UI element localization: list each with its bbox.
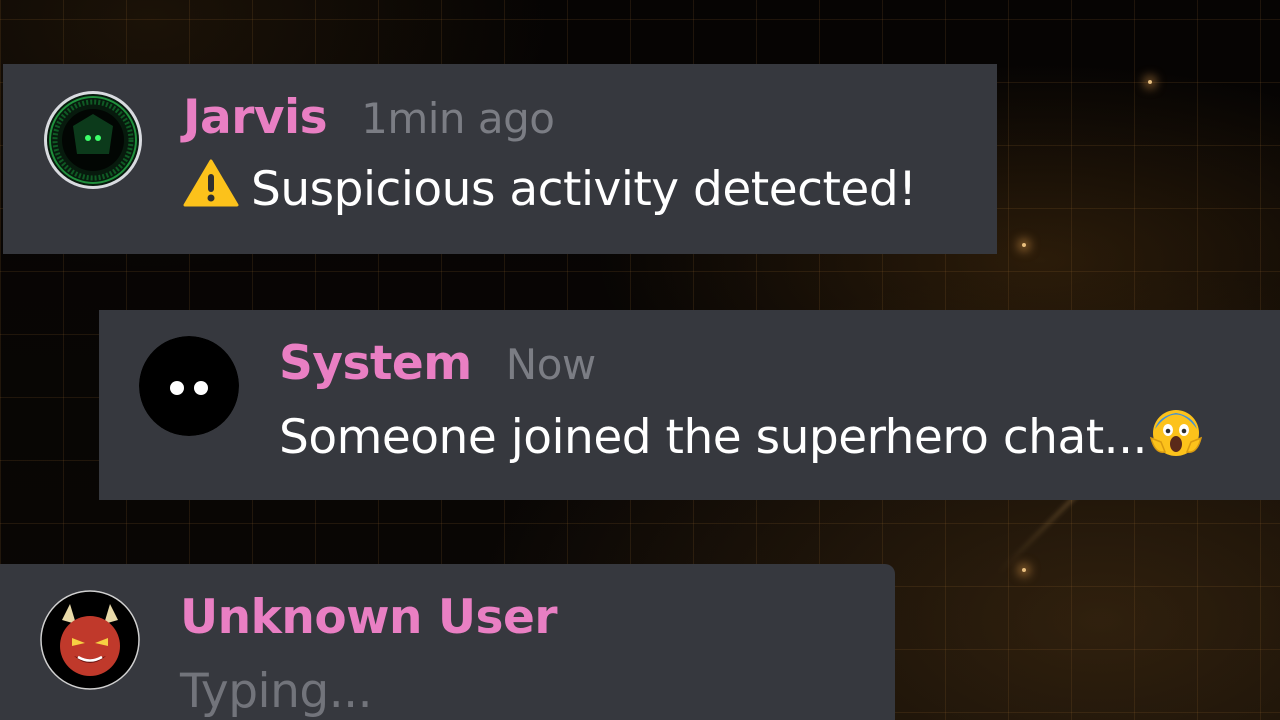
shadow-eyes-icon bbox=[139, 336, 239, 436]
message-card-system[interactable]: System Now Someone joined the superhero … bbox=[99, 310, 1280, 500]
username[interactable]: Jarvis bbox=[183, 90, 328, 145]
background-spark bbox=[1148, 80, 1152, 84]
timestamp: Now bbox=[505, 340, 596, 389]
message-text: Someone joined the superhero chat... bbox=[279, 409, 1148, 465]
username[interactable]: System bbox=[279, 336, 472, 391]
message-text: Suspicious activity detected! bbox=[251, 161, 917, 217]
message-text-row: Someone joined the superhero chat... bbox=[279, 404, 1203, 470]
screaming-face-icon bbox=[1149, 404, 1203, 470]
message-content: System Now Someone joined the superhero … bbox=[279, 336, 1203, 470]
typing-indicator: Typing... bbox=[180, 664, 373, 719]
message-content: Unknown User Typing... bbox=[180, 590, 558, 719]
message-content: Jarvis 1min ago Suspicious activity dete… bbox=[183, 90, 917, 220]
message-header: Jarvis 1min ago bbox=[183, 90, 917, 152]
warning-icon bbox=[183, 158, 239, 220]
message-card-unknown-user[interactable]: Unknown User Typing... bbox=[0, 564, 895, 720]
username[interactable]: Unknown User bbox=[180, 590, 558, 645]
jarvis-robot-icon bbox=[44, 91, 142, 189]
message-header: Unknown User bbox=[180, 590, 558, 652]
timestamp: 1min ago bbox=[361, 94, 555, 143]
avatar-jarvis[interactable] bbox=[43, 90, 143, 190]
avatar-unknown-user[interactable] bbox=[40, 590, 140, 690]
chat-screen: Jarvis 1min ago Suspicious activity dete… bbox=[0, 0, 1280, 720]
message-header: System Now bbox=[279, 336, 1203, 398]
message-card-jarvis[interactable]: Jarvis 1min ago Suspicious activity dete… bbox=[3, 64, 997, 254]
background-spark bbox=[1022, 243, 1026, 247]
background-spark bbox=[1022, 568, 1026, 572]
devil-face-icon bbox=[40, 590, 140, 690]
avatar-system[interactable] bbox=[139, 336, 239, 436]
message-text-row: Suspicious activity detected! bbox=[183, 158, 917, 220]
